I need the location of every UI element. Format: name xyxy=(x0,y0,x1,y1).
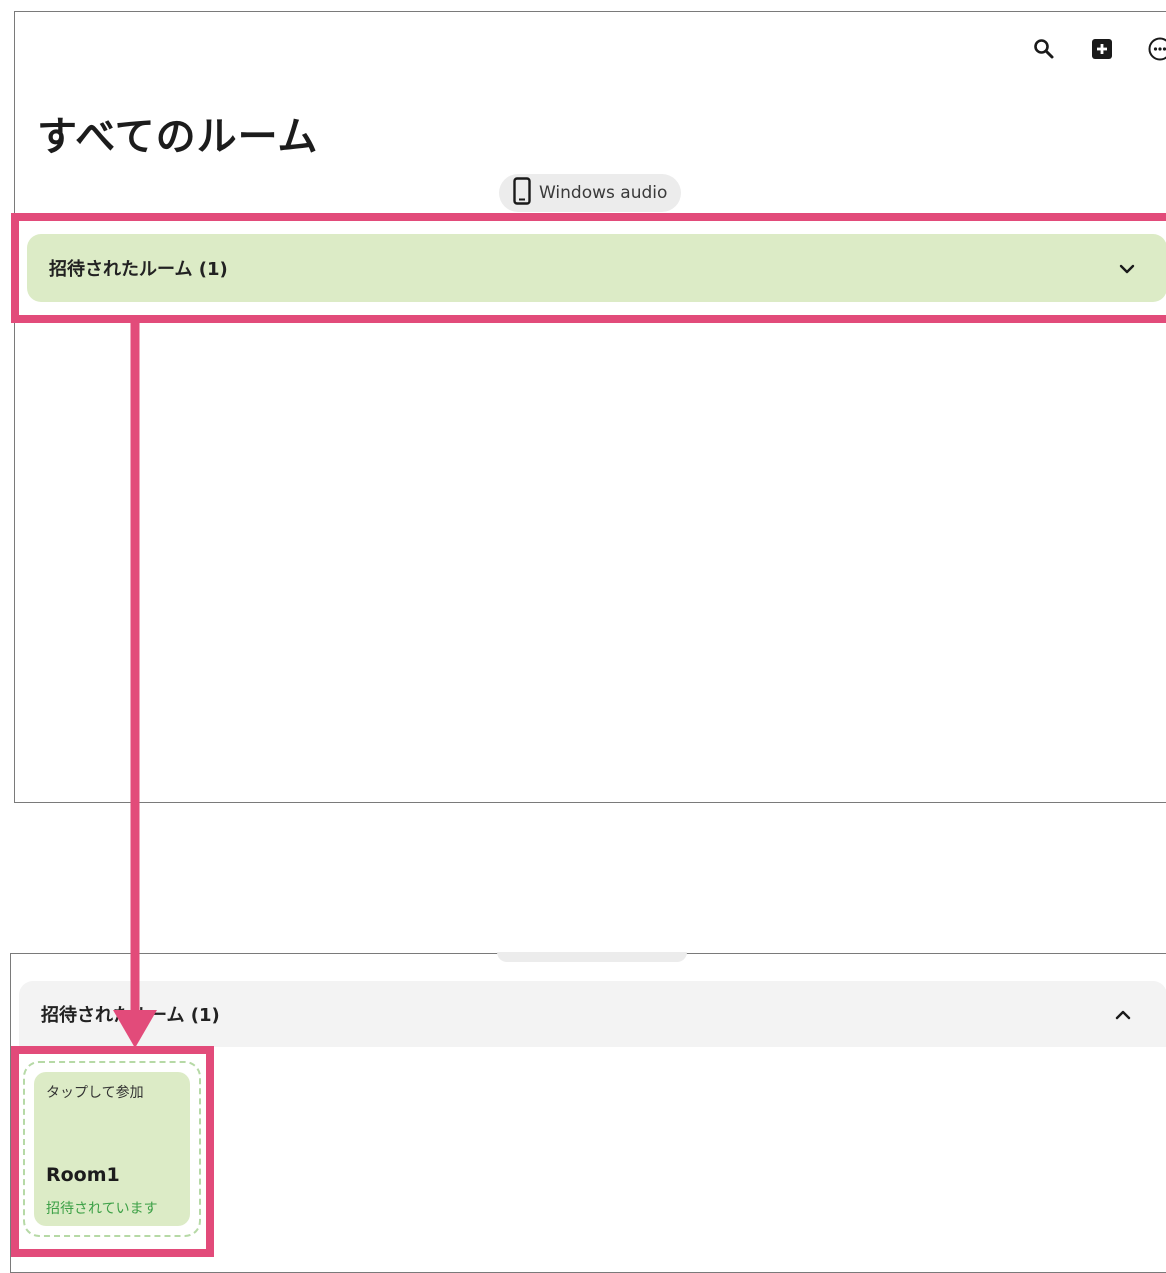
device-chip-label: Windows audio xyxy=(539,183,667,203)
audio-device-chip[interactable]: Windows audio xyxy=(499,174,681,212)
search-icon[interactable] xyxy=(1029,34,1059,64)
highlight-box-room-card xyxy=(11,1046,214,1257)
audio-device-chip-partial xyxy=(497,952,687,962)
invited-rooms-section-header-expanded[interactable]: 招待されたルーム (1) xyxy=(19,981,1166,1047)
phone-icon xyxy=(513,177,531,210)
room-list-screen-collapsed: すべてのルーム Windows audio 招待されたルーム (1) xyxy=(14,11,1166,803)
toolbar xyxy=(1029,34,1166,64)
chevron-up-icon xyxy=(1115,1005,1131,1024)
highlight-box-section-header xyxy=(11,213,1166,323)
more-options-icon[interactable] xyxy=(1145,34,1166,64)
page-title: すべてのルーム xyxy=(37,104,318,162)
section-label: 招待されたルーム (1) xyxy=(41,1001,220,1027)
add-room-icon[interactable] xyxy=(1087,34,1117,64)
